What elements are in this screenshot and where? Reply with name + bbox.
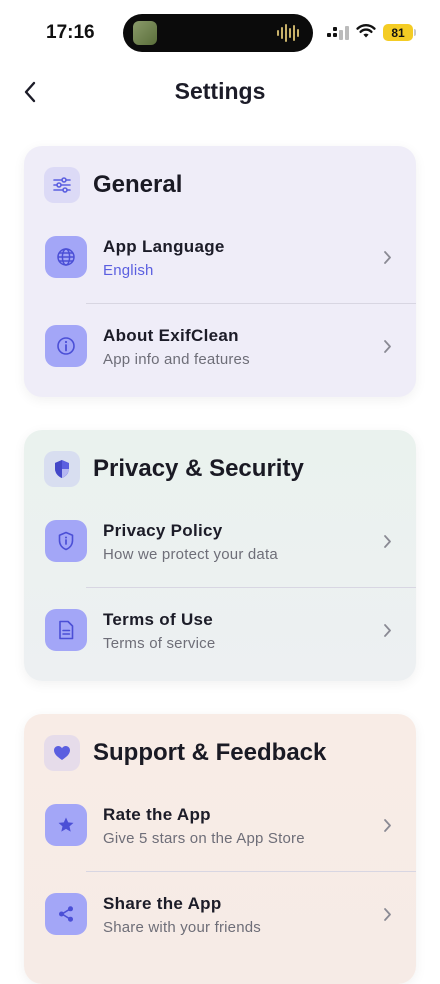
chevron-right-icon xyxy=(384,624,391,637)
settings-row-share-app[interactable]: Share the App Share with your friends xyxy=(24,871,416,960)
section-title: Support & Feedback xyxy=(93,739,327,766)
row-title: App Language xyxy=(103,237,225,256)
chevron-right-icon xyxy=(384,819,391,832)
row-subtitle: English xyxy=(103,262,154,279)
settings-row-privacy-policy[interactable]: Privacy Policy How we protect your data xyxy=(24,498,416,587)
row-subtitle: Give 5 stars on the App Store xyxy=(103,830,305,847)
settings-row-about[interactable]: About ExifClean App info and features xyxy=(24,303,416,392)
status-bar: 17:16 81 xyxy=(0,0,440,64)
section-support-feedback: Support & Feedback Rate the App Give 5 s… xyxy=(24,714,416,984)
battery-tip xyxy=(414,29,416,36)
row-title: Privacy Policy xyxy=(103,521,223,540)
section-general: General App Language English About ExifC… xyxy=(24,146,416,397)
audio-waveform-icon xyxy=(277,23,301,43)
status-time: 17:16 xyxy=(46,22,95,43)
section-header: General xyxy=(44,166,182,204)
document-icon xyxy=(45,609,87,651)
sliders-icon xyxy=(44,167,80,203)
row-title: Terms of Use xyxy=(103,610,214,629)
section-title: General xyxy=(93,171,183,198)
now-playing-artwork xyxy=(133,21,157,45)
section-header: Support & Feedback xyxy=(44,734,326,772)
settings-row-terms-of-use[interactable]: Terms of Use Terms of service xyxy=(24,587,416,676)
row-subtitle: Share with your friends xyxy=(103,919,262,936)
row-title: Share the App xyxy=(103,894,222,913)
chevron-right-icon xyxy=(384,340,391,353)
share-icon xyxy=(45,893,87,935)
section-privacy-security: Privacy & Security Privacy Policy How we… xyxy=(24,430,416,681)
globe-icon xyxy=(45,236,87,278)
cellular-signal-icon xyxy=(327,26,349,40)
wifi-icon xyxy=(356,24,376,38)
shield-info-icon xyxy=(45,520,87,562)
page-title: Settings xyxy=(174,78,266,104)
navigation-bar: Settings xyxy=(0,68,440,118)
battery-indicator: 81 xyxy=(383,24,413,41)
star-icon xyxy=(45,804,87,846)
row-subtitle: Terms of service xyxy=(103,635,216,652)
dynamic-island[interactable] xyxy=(123,14,313,52)
section-header: Privacy & Security xyxy=(44,450,304,488)
chevron-right-icon xyxy=(384,535,391,548)
chevron-right-icon xyxy=(384,908,391,921)
heart-icon xyxy=(44,735,80,771)
shield-icon xyxy=(44,451,80,487)
info-icon xyxy=(45,325,87,367)
settings-row-app-language[interactable]: App Language English xyxy=(24,214,416,303)
chevron-right-icon xyxy=(384,251,391,264)
section-title: Privacy & Security xyxy=(93,455,304,482)
row-title: Rate the App xyxy=(103,805,211,824)
row-subtitle: How we protect your data xyxy=(103,546,278,563)
row-subtitle: App info and features xyxy=(103,351,250,368)
settings-row-rate-app[interactable]: Rate the App Give 5 stars on the App Sto… xyxy=(24,782,416,871)
row-title: About ExifClean xyxy=(103,326,239,345)
